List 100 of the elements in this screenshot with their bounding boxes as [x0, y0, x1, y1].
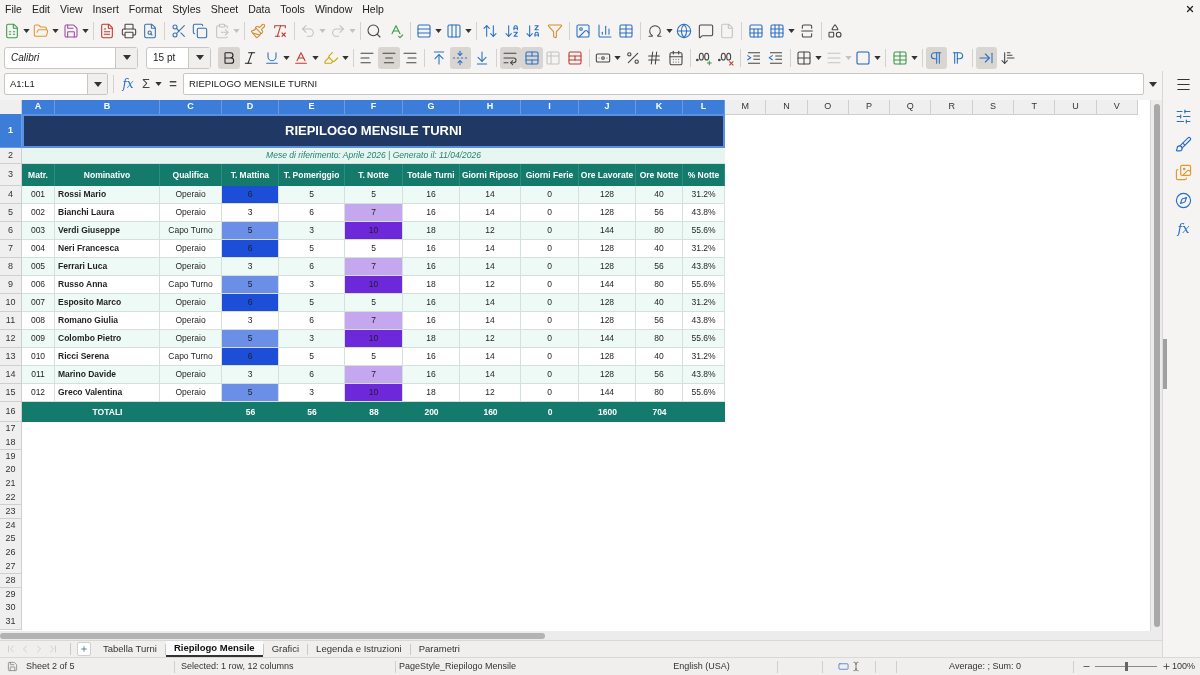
column-header[interactable]: A [22, 100, 55, 115]
sheet-tab[interactable]: Legenda e Istruzioni [308, 641, 410, 657]
menu-item[interactable]: Sheet [205, 0, 244, 18]
left-to-right-button[interactable] [925, 46, 947, 69]
column-header[interactable]: V [1096, 100, 1138, 115]
zoom-in-icon[interactable] [1162, 662, 1171, 671]
functions-button[interactable]: fx [1177, 220, 1190, 238]
dropdown-caret-icon[interactable] [93, 81, 102, 87]
sheet-tab[interactable]: Parametri [410, 641, 468, 657]
slider-thumb[interactable] [1124, 662, 1128, 671]
menu-item[interactable]: Window [309, 0, 358, 18]
brush-icon[interactable] [1175, 136, 1192, 153]
menu-item[interactable]: Data [243, 0, 276, 18]
column-header[interactable]: L [683, 100, 725, 115]
column-header[interactable]: N [766, 100, 808, 115]
row-header[interactable]: 6 [0, 222, 22, 240]
menu-item[interactable]: View [55, 0, 88, 18]
dropdown-caret-icon[interactable] [614, 55, 621, 60]
scrollbar-thumb[interactable] [0, 632, 545, 639]
menu-item[interactable]: Insert [87, 0, 124, 18]
dropdown-caret-icon[interactable] [195, 55, 204, 60]
compass-icon[interactable] [1175, 192, 1192, 209]
dropdown-caret-icon[interactable] [435, 29, 442, 33]
align-center-button[interactable] [378, 46, 400, 69]
formula-input[interactable]: RIEPILOGO MENSILE TURNI [183, 73, 1144, 95]
row-header[interactable]: 30 [0, 601, 22, 616]
dropdown-caret-icon[interactable] [52, 29, 59, 33]
column-header[interactable]: H [460, 100, 521, 115]
horizontal-scrollbar[interactable] [0, 631, 1162, 640]
column-header[interactable]: J [579, 100, 636, 115]
row-header[interactable]: 3 [0, 164, 22, 186]
row-header[interactable]: 5 [0, 204, 22, 222]
dropdown-caret-icon[interactable] [341, 55, 349, 60]
function-wizard-button[interactable]: fx [120, 74, 136, 94]
name-box[interactable]: A1:L1 [4, 73, 108, 95]
align-middle-button[interactable] [449, 46, 471, 69]
row-header[interactable]: 21 [0, 477, 22, 492]
menu-icon[interactable] [1175, 76, 1192, 93]
dropdown-caret-icon[interactable] [910, 55, 918, 60]
sum-button[interactable]: Σ [139, 74, 153, 94]
close-icon[interactable] [1185, 4, 1195, 14]
sliders-icon[interactable] [1175, 108, 1192, 125]
images-icon[interactable] [1175, 164, 1192, 181]
dropdown-caret-icon[interactable] [122, 55, 131, 60]
column-header[interactable]: P [848, 100, 891, 115]
column-header[interactable]: G [403, 100, 460, 115]
column-header[interactable]: Q [890, 100, 932, 115]
row-header[interactable]: 17 [0, 422, 22, 437]
menu-item[interactable]: Format [123, 0, 168, 18]
vertical-scrollbar[interactable] [1150, 100, 1162, 631]
expand-caret-icon[interactable] [1149, 81, 1157, 87]
dropdown-caret-icon[interactable] [464, 29, 472, 33]
sheet-tab[interactable]: Grafici [263, 641, 308, 657]
row-header[interactable]: 1 [0, 114, 22, 148]
dropdown-caret-icon[interactable] [282, 55, 290, 60]
row-header[interactable]: 20 [0, 463, 22, 478]
menu-item[interactable]: Tools [275, 0, 310, 18]
dropdown-caret-icon[interactable] [874, 55, 881, 60]
menu-item[interactable]: Help [357, 0, 389, 18]
row-header[interactable]: 25 [0, 532, 22, 547]
dropdown-caret-icon[interactable] [665, 29, 673, 33]
text-cursor-icon[interactable] [851, 661, 861, 672]
row-header[interactable]: 26 [0, 546, 22, 561]
dropdown-caret-icon[interactable] [155, 82, 162, 86]
dropdown-caret-icon[interactable] [788, 29, 795, 33]
row-header[interactable]: 7 [0, 240, 22, 258]
select-all-corner[interactable] [0, 100, 22, 115]
sheet-tab[interactable]: Tabella Turni [95, 641, 165, 657]
scrollbar-thumb[interactable] [1153, 104, 1160, 627]
column-header[interactable]: C [160, 100, 222, 115]
row-header[interactable]: 4 [0, 186, 22, 204]
column-header[interactable]: K [636, 100, 683, 115]
menu-item[interactable]: File [0, 0, 27, 18]
column-header[interactable]: U [1055, 100, 1097, 115]
dropdown-caret-icon[interactable] [81, 29, 89, 33]
row-header[interactable]: 2 [0, 148, 22, 164]
font-size-field[interactable]: 15 pt [146, 46, 211, 69]
column-header[interactable]: E [279, 100, 345, 115]
zoom-level[interactable]: 100% [1171, 659, 1195, 674]
row-header[interactable]: 15 [0, 384, 22, 402]
column-header[interactable]: M [725, 100, 767, 115]
row-header[interactable]: 13 [0, 348, 22, 366]
column-header[interactable]: F [345, 100, 403, 115]
row-header[interactable]: 9 [0, 276, 22, 294]
bold-button[interactable] [218, 46, 240, 69]
merge-center-button[interactable] [521, 46, 543, 69]
text-direction-button[interactable] [975, 46, 997, 69]
row-header[interactable]: 11 [0, 312, 22, 330]
row-header[interactable]: 8 [0, 258, 22, 276]
font-name-field[interactable]: Calibri [4, 46, 138, 69]
wrap-text-button[interactable] [499, 46, 521, 69]
row-header[interactable]: 10 [0, 294, 22, 312]
menu-item[interactable]: Styles [167, 0, 206, 18]
column-header[interactable]: O [807, 100, 849, 115]
formula-button[interactable]: = [166, 74, 180, 94]
column-header[interactable]: B [55, 100, 160, 115]
column-header[interactable]: I [521, 100, 579, 115]
row-header[interactable]: 12 [0, 330, 22, 348]
column-header[interactable]: S [972, 100, 1015, 115]
dropdown-caret-icon[interactable] [815, 55, 822, 60]
